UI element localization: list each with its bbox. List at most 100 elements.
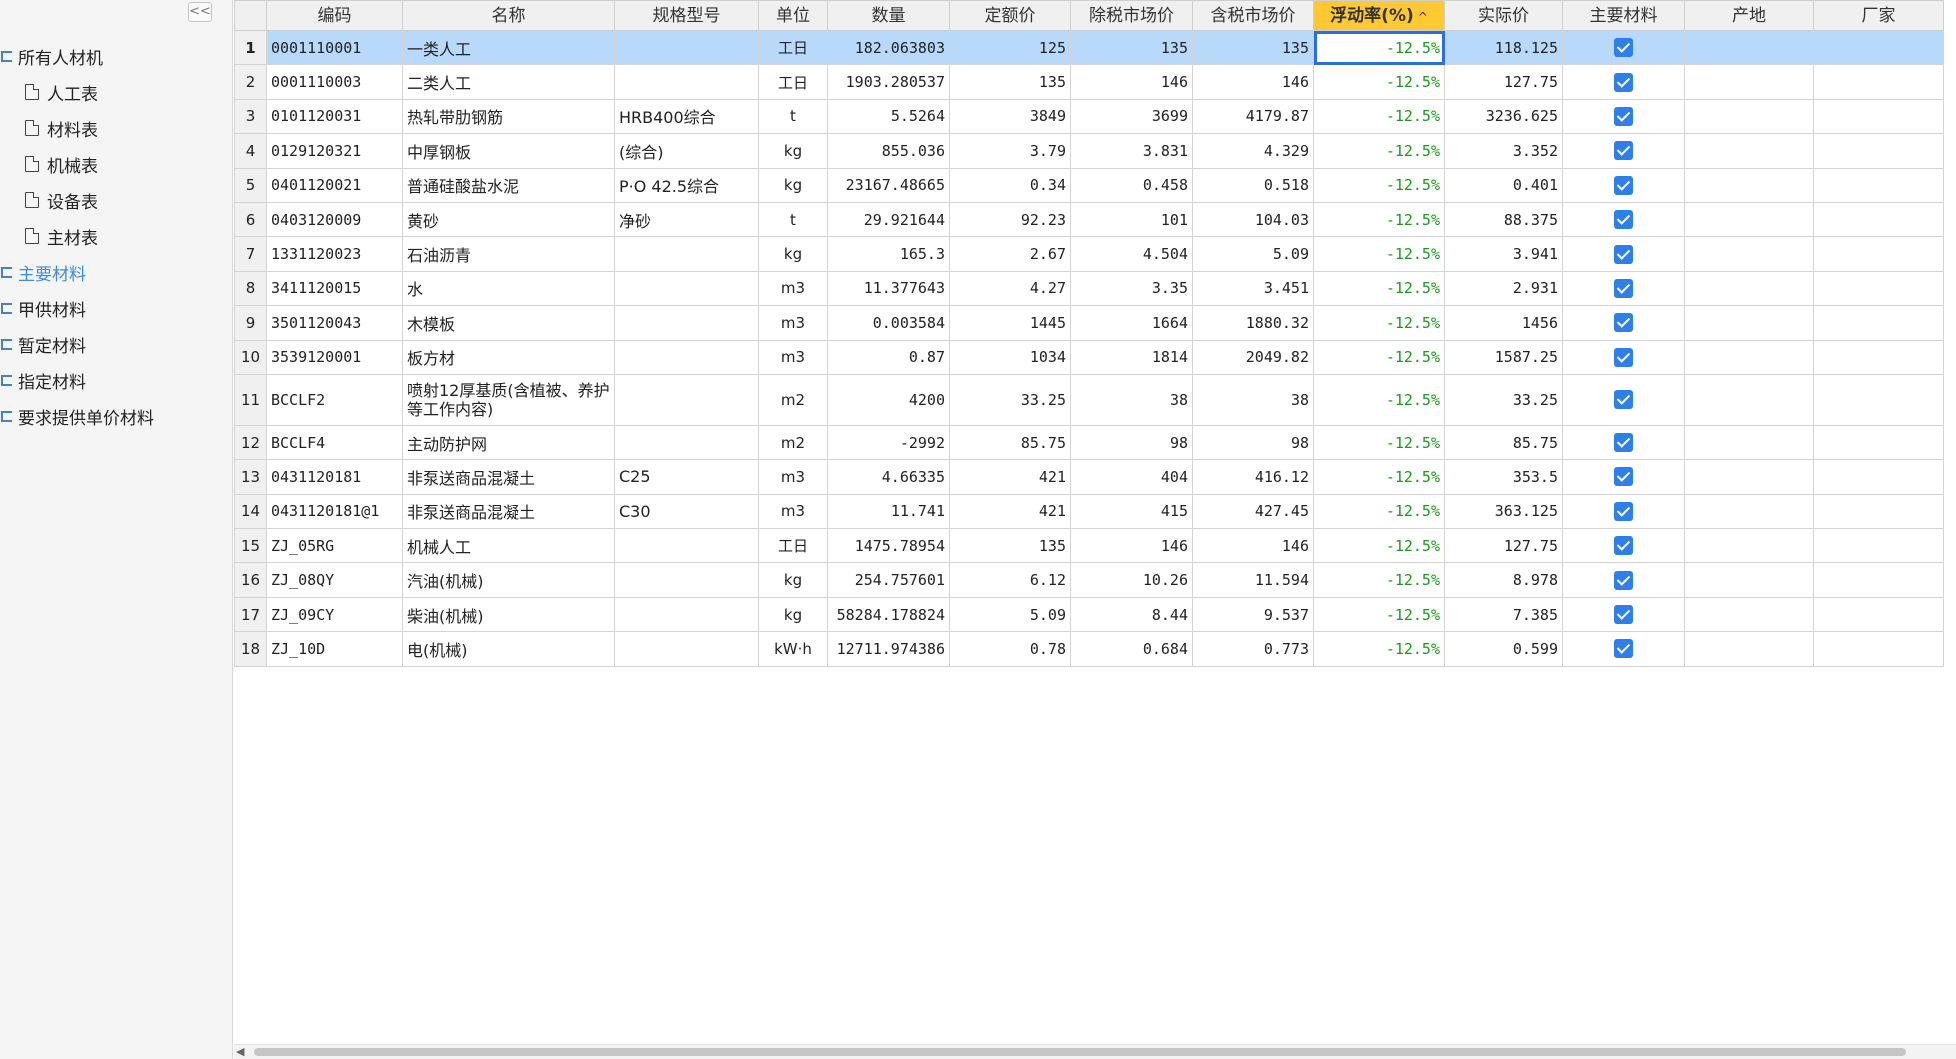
scroll-left-arrow-icon[interactable]: ◀ bbox=[236, 1046, 244, 1058]
cell-11[interactable] bbox=[1562, 167, 1685, 203]
cell-2[interactable]: 热轧带肋钢筋 bbox=[402, 98, 615, 135]
cell-12[interactable] bbox=[1684, 236, 1814, 272]
cell-3[interactable]: (综合) bbox=[614, 133, 759, 169]
cell-7[interactable]: 3.831 bbox=[1070, 133, 1193, 169]
cell-9[interactable]: -12.5% bbox=[1313, 201, 1445, 238]
cell-11[interactable] bbox=[1562, 528, 1685, 564]
cell-7[interactable]: 1664 bbox=[1070, 305, 1193, 341]
cell-10[interactable]: 363.125 bbox=[1444, 493, 1563, 530]
cell-8[interactable]: 9.537 bbox=[1192, 596, 1314, 633]
main-material-checkbox[interactable] bbox=[1614, 467, 1633, 487]
cell-13[interactable] bbox=[1813, 236, 1944, 272]
column-header-11[interactable]: 主要材料 bbox=[1562, 0, 1685, 31]
cell-7[interactable]: 10.26 bbox=[1070, 562, 1193, 598]
cell-11[interactable] bbox=[1562, 373, 1685, 426]
sort-ascending-icon[interactable]: ^ bbox=[1418, 10, 1428, 24]
cell-1[interactable]: 0001110003 bbox=[266, 64, 403, 100]
cell-8[interactable]: 38 bbox=[1192, 373, 1314, 426]
cell-7[interactable]: 98 bbox=[1070, 424, 1193, 461]
cell-13[interactable] bbox=[1813, 373, 1944, 426]
cell-13[interactable] bbox=[1813, 98, 1944, 135]
cell-11[interactable] bbox=[1562, 201, 1685, 238]
cell-2[interactable]: 水 bbox=[402, 270, 615, 307]
cell-0[interactable]: 15 bbox=[234, 528, 267, 564]
cell-7[interactable]: 3699 bbox=[1070, 98, 1193, 135]
cell-6[interactable]: 2.67 bbox=[949, 236, 1071, 272]
cell-4[interactable]: kg bbox=[758, 236, 828, 272]
cell-3[interactable]: C25 bbox=[614, 459, 759, 495]
cell-9[interactable]: -12.5% bbox=[1313, 305, 1445, 341]
cell-0[interactable]: 18 bbox=[234, 631, 267, 667]
column-header-6[interactable]: 定额价 bbox=[949, 0, 1071, 31]
cell-11[interactable] bbox=[1562, 98, 1685, 135]
cell-10[interactable]: 1587.25 bbox=[1444, 339, 1563, 375]
cell-13[interactable] bbox=[1813, 493, 1944, 530]
scrollbar-thumb[interactable] bbox=[254, 1048, 1906, 1056]
cell-13[interactable] bbox=[1813, 167, 1944, 203]
cell-7[interactable]: 146 bbox=[1070, 528, 1193, 564]
cell-1[interactable]: 0431120181@1 bbox=[266, 493, 403, 530]
cell-1[interactable]: BCCLF4 bbox=[266, 424, 403, 461]
cell-8[interactable]: 98 bbox=[1192, 424, 1314, 461]
collapse-sidebar-button[interactable]: << bbox=[188, 2, 212, 22]
cell-2[interactable]: 石油沥青 bbox=[402, 236, 615, 272]
cell-2[interactable]: 黄砂 bbox=[402, 201, 615, 238]
cell-7[interactable]: 415 bbox=[1070, 493, 1193, 530]
column-header-10[interactable]: 实际价 bbox=[1444, 0, 1563, 31]
cell-11[interactable] bbox=[1562, 596, 1685, 633]
cell-10[interactable]: 85.75 bbox=[1444, 424, 1563, 461]
table-row[interactable]: 5 0401120021 普通硅酸盐水泥 P·O 42.5综合 kg 23167.4866… bbox=[234, 167, 1944, 203]
cell-5[interactable]: 1475.78954 bbox=[827, 528, 950, 564]
sidebar-item-10[interactable]: 要求提供单价材料 bbox=[0, 402, 154, 430]
cell-5[interactable]: 1903.280537 bbox=[827, 64, 950, 100]
cell-1[interactable]: ZJ_09CY bbox=[266, 596, 403, 633]
cell-10[interactable]: 118.125 bbox=[1444, 29, 1563, 66]
cell-12[interactable] bbox=[1684, 562, 1814, 598]
cell-0[interactable]: 16 bbox=[234, 562, 267, 598]
cell-9[interactable]: -12.5% bbox=[1313, 64, 1445, 100]
cell-13[interactable] bbox=[1813, 424, 1944, 461]
main-material-checkbox[interactable] bbox=[1614, 501, 1633, 521]
cell-6[interactable]: 0.78 bbox=[949, 631, 1071, 667]
cell-1[interactable]: ZJ_08QY bbox=[266, 562, 403, 598]
cell-6[interactable]: 135 bbox=[949, 528, 1071, 564]
cell-12[interactable] bbox=[1684, 201, 1814, 238]
cell-5[interactable]: 29.921644 bbox=[827, 201, 950, 238]
cell-10[interactable]: 88.375 bbox=[1444, 201, 1563, 238]
cell-7[interactable]: 404 bbox=[1070, 459, 1193, 495]
cell-3[interactable]: P·O 42.5综合 bbox=[614, 167, 759, 203]
cell-6[interactable]: 1034 bbox=[949, 339, 1071, 375]
cell-5[interactable]: 12711.974386 bbox=[827, 631, 950, 667]
main-material-checkbox[interactable] bbox=[1614, 175, 1633, 195]
cell-5[interactable]: 4.66335 bbox=[827, 459, 950, 495]
cell-8[interactable]: 2049.82 bbox=[1192, 339, 1314, 375]
main-material-checkbox[interactable] bbox=[1614, 313, 1633, 333]
cell-0[interactable]: 14 bbox=[234, 493, 267, 530]
cell-4[interactable]: m2 bbox=[758, 424, 828, 461]
cell-6[interactable]: 125 bbox=[949, 29, 1071, 66]
cell-11[interactable] bbox=[1562, 424, 1685, 461]
main-material-checkbox[interactable] bbox=[1614, 570, 1633, 590]
cell-12[interactable] bbox=[1684, 339, 1814, 375]
cell-2[interactable]: 普通硅酸盐水泥 bbox=[402, 167, 615, 203]
column-header-7[interactable]: 除税市场价 bbox=[1070, 0, 1193, 31]
main-material-checkbox[interactable] bbox=[1614, 210, 1633, 230]
cell-0[interactable]: 8 bbox=[234, 270, 267, 307]
cell-8[interactable]: 3.451 bbox=[1192, 270, 1314, 307]
cell-0[interactable]: 2 bbox=[234, 64, 267, 100]
cell-9[interactable]: -12.5% bbox=[1313, 528, 1445, 564]
cell-12[interactable] bbox=[1684, 64, 1814, 100]
cell-12[interactable] bbox=[1684, 493, 1814, 530]
cell-3[interactable] bbox=[614, 424, 759, 461]
main-material-checkbox[interactable] bbox=[1614, 141, 1633, 161]
cell-7[interactable]: 4.504 bbox=[1070, 236, 1193, 272]
table-row[interactable]: 1 0001110001 一类人工 工日 182.063803 125 135 135 -12.… bbox=[234, 29, 1944, 66]
cell-8[interactable]: 5.09 bbox=[1192, 236, 1314, 272]
main-material-checkbox[interactable] bbox=[1614, 605, 1633, 625]
cell-2[interactable]: 主动防护网 bbox=[402, 424, 615, 461]
cell-11[interactable] bbox=[1562, 29, 1685, 66]
table-row[interactable]: 6 0403120009 黄砂 净砂 t 29.921644 92.23 101 104.03-… bbox=[234, 201, 1944, 238]
cell-12[interactable] bbox=[1684, 29, 1814, 66]
cell-8[interactable]: 0.518 bbox=[1192, 167, 1314, 203]
cell-11[interactable] bbox=[1562, 493, 1685, 530]
